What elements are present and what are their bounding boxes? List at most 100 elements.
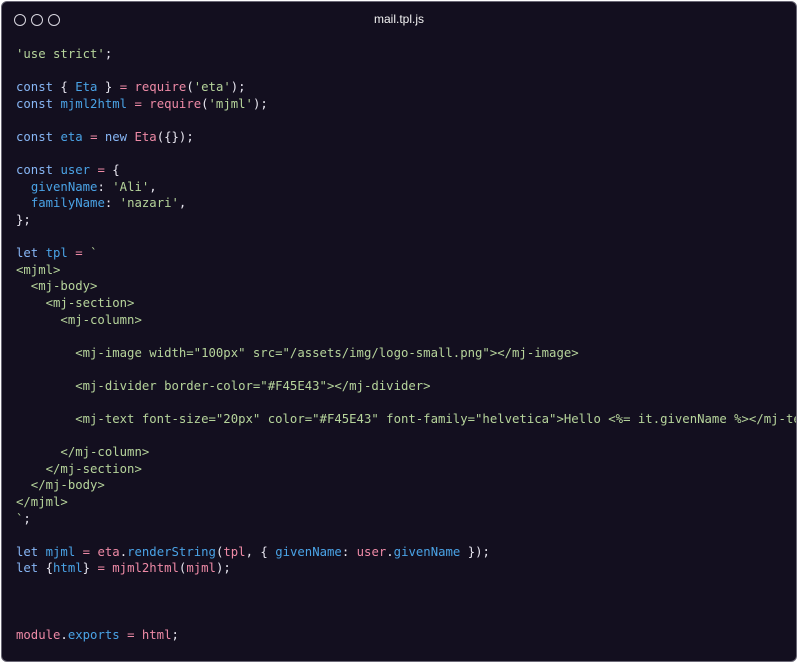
code-token: . xyxy=(386,544,394,559)
code-token: , xyxy=(178,196,187,211)
code-token: , { xyxy=(245,544,276,559)
code-token: ; xyxy=(104,47,113,61)
code-token: const xyxy=(16,163,54,178)
code-token: const xyxy=(16,129,54,144)
code-token: let xyxy=(16,544,39,559)
code-line: <mj-divider border-color="#F45E43"></mj-… xyxy=(16,378,796,395)
title-bar: mail.tpl.js xyxy=(2,2,796,36)
code-token: eta xyxy=(60,129,83,144)
code-token: <mj-section> xyxy=(16,295,135,310)
code-token: html xyxy=(53,561,83,576)
code-token: require xyxy=(134,80,187,95)
code-token: <mjml> xyxy=(16,262,61,277)
code-token: 'Ali' xyxy=(112,179,150,194)
code-token: </mj-section> xyxy=(16,461,142,476)
code-token: new xyxy=(104,129,128,144)
code-token: const xyxy=(16,96,54,111)
code-line: module.exports = html; xyxy=(16,627,796,644)
code-token: . xyxy=(60,627,68,642)
code-token: const xyxy=(16,80,54,95)
code-token: let xyxy=(16,561,39,576)
code-token: ; xyxy=(23,511,31,526)
code-token: </mjml> xyxy=(16,495,68,510)
code-token: tpl xyxy=(223,544,246,559)
code-token: </mj-body> xyxy=(16,478,105,493)
code-token: ` xyxy=(90,246,98,261)
code-token: html xyxy=(141,627,172,642)
code-line: familyName: 'nazari', xyxy=(16,195,796,212)
code-token: } xyxy=(97,80,120,95)
code-line: const { Eta } = require('eta'); xyxy=(16,79,796,96)
code-token: 'eta' xyxy=(193,80,231,95)
code-token: tpl xyxy=(45,246,68,261)
code-token: exports xyxy=(67,627,120,642)
code-line: <mjml> xyxy=(16,262,796,279)
code-token: ); xyxy=(230,80,246,95)
code-line: 'use strict'; xyxy=(16,46,796,63)
code-token: = xyxy=(82,544,91,559)
code-line: givenName: 'Ali', xyxy=(16,179,796,196)
code-token: <mj-column> xyxy=(16,312,142,327)
code-token: ); xyxy=(252,96,268,111)
code-line: `; xyxy=(16,511,796,528)
code-token: }; xyxy=(16,212,31,227)
code-token: = xyxy=(97,163,105,178)
code-token: . xyxy=(119,544,128,559)
code-line: </mj-section> xyxy=(16,461,796,478)
code-token: user xyxy=(356,544,387,559)
code-token: <mj-divider border-color="#F45E43"></mj-… xyxy=(16,378,431,393)
code-token: </mj-column> xyxy=(16,445,150,460)
code-token: = xyxy=(134,96,142,111)
code-token: <mj-text font-size="20px" color="#F45E43… xyxy=(16,412,797,427)
code-window: mail.tpl.js 'use strict'; const { Eta } =… xyxy=(1,1,797,662)
code-token: givenName xyxy=(30,179,98,194)
code-token: <mj-body> xyxy=(16,279,98,294)
code-line: let tpl = ` xyxy=(16,245,796,262)
code-token: givenName xyxy=(275,544,342,559)
code-token: Eta xyxy=(134,129,157,144)
code-line: }; xyxy=(16,212,796,229)
window-title: mail.tpl.js xyxy=(373,12,424,26)
code-editor[interactable]: 'use strict'; const { Eta } = require('et… xyxy=(16,46,796,643)
code-line: const mjml2html = require('mjml'); xyxy=(16,96,796,113)
code-line: </mjml> xyxy=(16,494,796,511)
code-token: ; xyxy=(171,627,179,642)
code-token: require xyxy=(149,96,202,111)
code-token: : xyxy=(104,196,120,211)
code-token: = xyxy=(75,246,83,261)
code-token: , xyxy=(149,179,157,194)
code-token: renderString xyxy=(127,544,216,559)
code-token: }); xyxy=(460,544,490,559)
code-token: = xyxy=(119,80,128,95)
code-token: ( xyxy=(186,80,194,95)
code-token: mjml2html xyxy=(112,561,179,576)
code-line: </mj-column> xyxy=(16,444,796,461)
code-token: { xyxy=(53,80,76,95)
code-line: <mj-body> xyxy=(16,278,796,295)
code-token: { xyxy=(38,561,54,576)
code-line: const user = { xyxy=(16,162,796,179)
code-line: <mj-section> xyxy=(16,295,796,312)
